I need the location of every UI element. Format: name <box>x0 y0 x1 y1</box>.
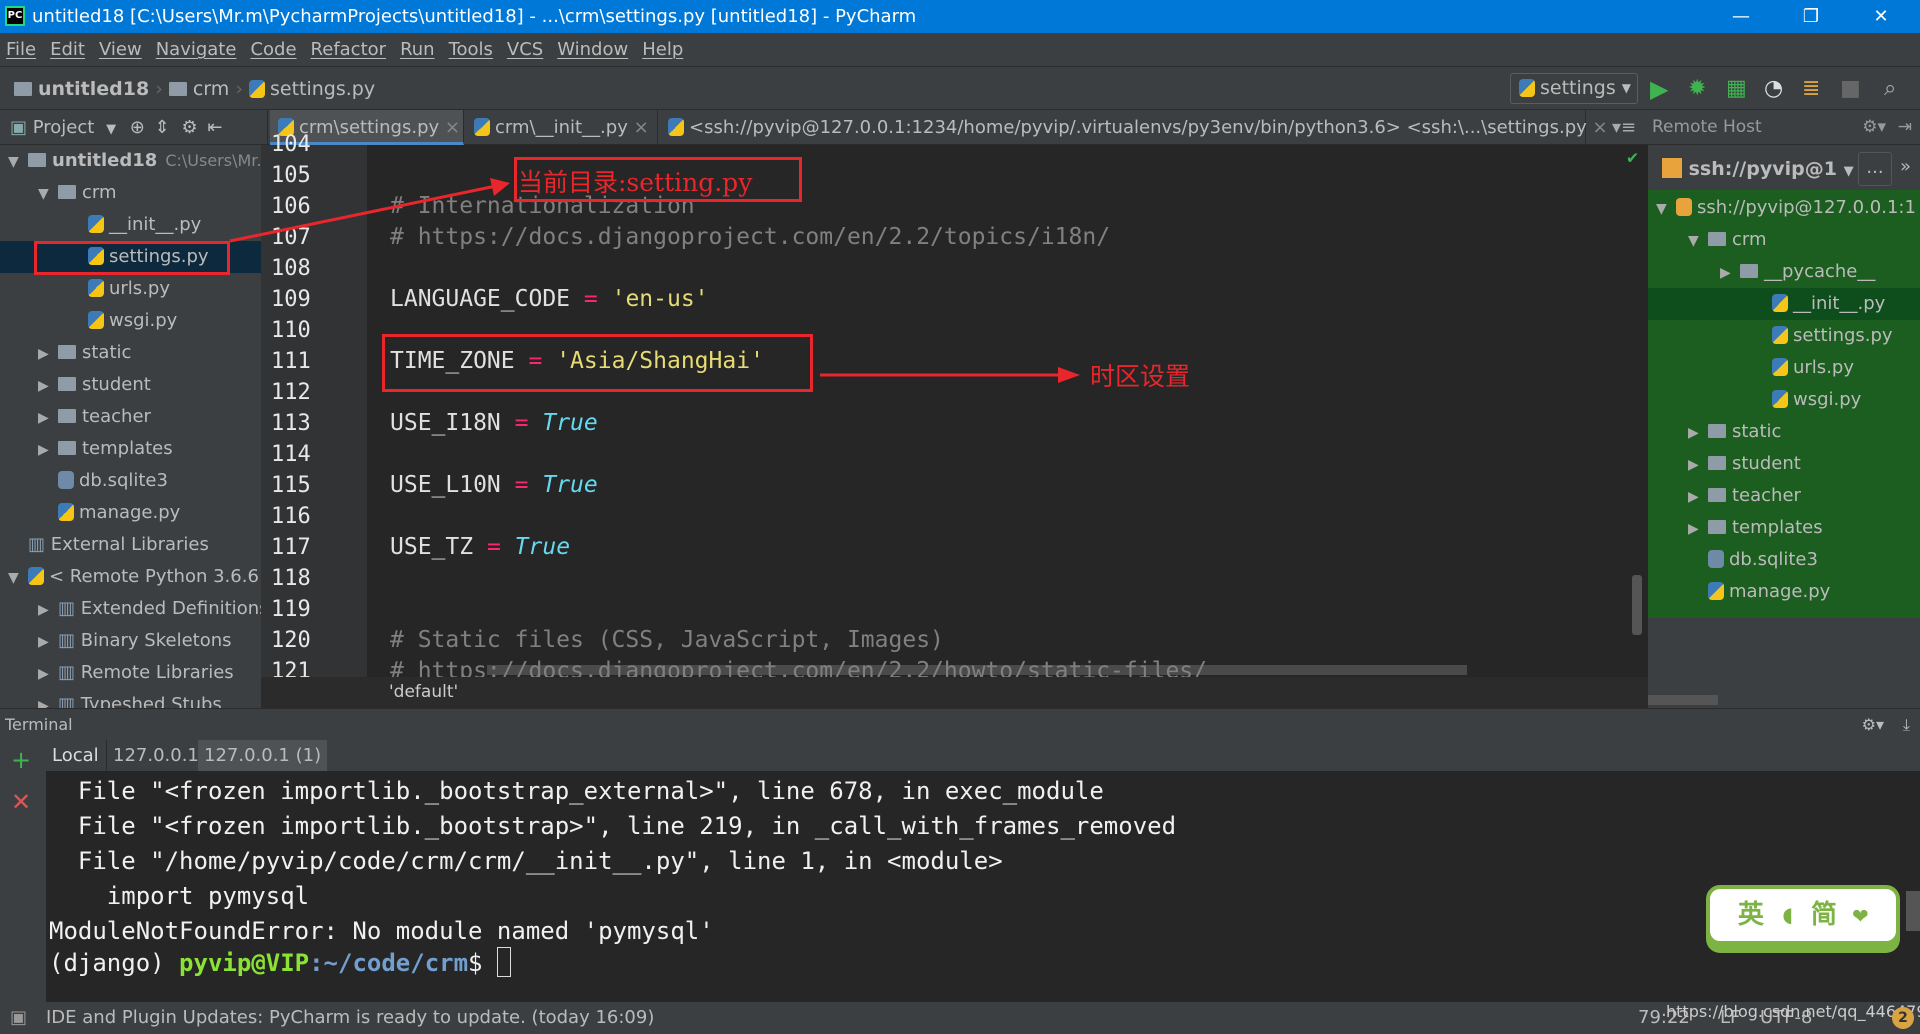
terminal-line: import pymysql <box>49 882 310 910</box>
terminal-title: Terminal <box>5 715 73 734</box>
notifications-icon[interactable]: 2 <box>1892 1007 1914 1029</box>
arrowhead <box>1058 367 1080 383</box>
terminal-scrollbar[interactable] <box>1906 891 1920 931</box>
cursor <box>496 947 511 977</box>
terminal-tab-host[interactable]: 127.0.0.1 <box>106 740 205 771</box>
terminal-header: Terminal ⚙▾ ⤓ <box>0 708 1920 740</box>
arrowhead <box>490 178 510 196</box>
ime-badge[interactable]: 英 ◖ 简 ❤ <box>1706 885 1900 945</box>
close-terminal-icon[interactable]: ✕ <box>11 788 31 816</box>
add-terminal-icon[interactable]: + <box>11 746 31 774</box>
watermark: https://blog.csdn.net/qq_44647926 <box>1666 1002 1920 1021</box>
status-bar: ▣ IDE and Plugin Updates: PyCharm is rea… <box>0 1002 1920 1034</box>
arrow-line <box>229 184 497 243</box>
tool-window-toggle-icon[interactable]: ▣ <box>10 1002 27 1034</box>
terminal-prompt: (django) pyvip@VIP:~/code/crm$ <box>49 946 511 981</box>
hide-icon[interactable]: ⤓ <box>1903 709 1910 741</box>
terminal-line: File "/home/pyvip/code/crm/crm/__init__.… <box>49 847 1003 875</box>
terminal-toolbar: + ✕ <box>0 740 46 1002</box>
terminal-tab-local[interactable]: Local <box>46 740 105 771</box>
status-message[interactable]: IDE and Plugin Updates: PyCharm is ready… <box>46 1007 654 1028</box>
terminal-tabs: Local 127.0.0.1 127.0.0.1 (1) <box>46 740 1920 771</box>
terminal-line: ModuleNotFoundError: No module named 'py… <box>49 917 714 945</box>
terminal-line: File "<frozen importlib._bootstrap>", li… <box>49 812 1177 840</box>
gear-icon[interactable]: ⚙▾ <box>1862 709 1884 741</box>
terminal-line: File "<frozen importlib._bootstrap_exter… <box>49 777 1104 805</box>
terminal-output[interactable]: (django) pyvip@VIP:~/code/crm$ 英 ◖ 简 ❤ F… <box>46 771 1920 1002</box>
terminal-tab-host-1[interactable]: 127.0.0.1 (1) <box>198 740 328 771</box>
